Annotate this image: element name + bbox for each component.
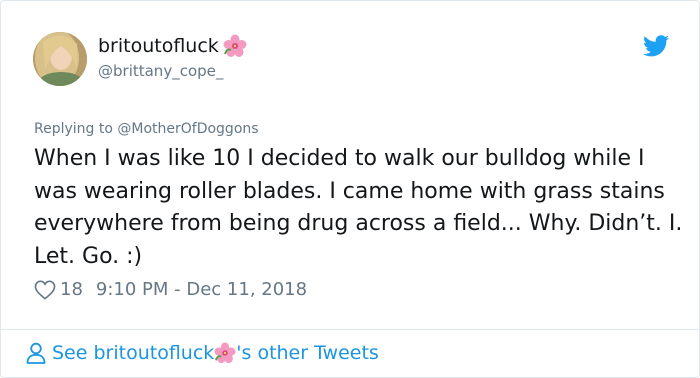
tweet-card: britoutofluck @brittany_cope_ Replying t… [0,0,700,378]
like-count[interactable]: 18 [60,279,83,300]
see-other-tweets-link[interactable]: See britoutofluck 's other Tweets [26,342,379,364]
heart-outline-icon[interactable] [34,280,56,300]
avatar-photo [33,32,87,86]
divider [1,329,699,330]
replying-to[interactable]: Replying to @MotherOfDoggons [34,121,259,137]
person-icon [26,342,46,364]
tweet-meta: 18 9:10 PM - Dec 11, 2018 [34,279,307,300]
hibiscus-icon [214,342,236,364]
hibiscus-icon [223,34,247,57]
author-name[interactable]: britoutofluck [98,34,247,58]
see-link-suffix[interactable]: 's other Tweets [236,342,379,364]
avatar[interactable] [33,32,87,86]
author-handle[interactable]: @brittany_cope_ [98,62,223,80]
timestamp[interactable]: 9:10 PM - Dec 11, 2018 [96,279,307,300]
tweet-text: When I was like 10 I decided to walk our… [34,146,683,269]
see-link-prefix[interactable]: See britoutofluck [52,342,214,364]
display-name[interactable]: britoutofluck [98,35,219,57]
twitter-bird-icon[interactable] [643,35,669,57]
